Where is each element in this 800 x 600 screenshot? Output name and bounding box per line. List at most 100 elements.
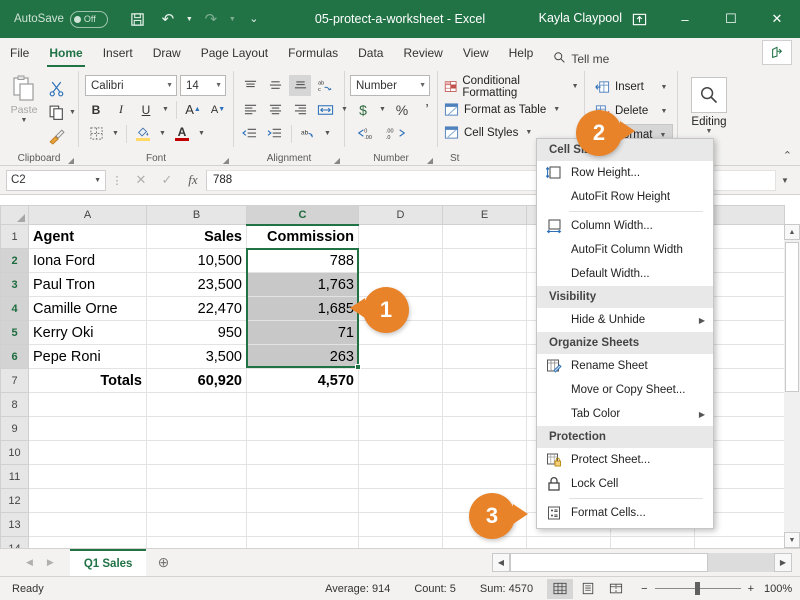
zoom-out-button[interactable]: − xyxy=(641,583,647,595)
cell-B9[interactable] xyxy=(146,416,247,441)
insert-cells-button[interactable]: Insert ▼ xyxy=(591,76,673,98)
ribbon-display-options-icon[interactable] xyxy=(616,0,662,38)
scroll-up-arrow[interactable]: ▲ xyxy=(784,224,800,240)
tab-draw[interactable]: Draw xyxy=(143,38,191,67)
chevron-down-icon[interactable]: ▼ xyxy=(94,177,101,184)
grow-font-button[interactable]: A ▲ xyxy=(182,99,204,120)
clipboard-dialog-launcher[interactable]: ◢ xyxy=(68,156,74,165)
tab-file[interactable]: File xyxy=(0,38,39,67)
cell-E1[interactable] xyxy=(442,224,527,249)
cell-D8[interactable] xyxy=(358,392,443,417)
zoom-thumb[interactable] xyxy=(694,582,700,595)
menu-item-autofit-column-width[interactable]: AutoFit Column Width xyxy=(537,238,713,262)
shrink-font-button[interactable]: A ▼ xyxy=(207,99,229,120)
fill-handle[interactable] xyxy=(355,364,361,370)
menu-item-autofit-row-height[interactable]: AutoFit Row Height xyxy=(537,185,713,209)
cell-D12[interactable] xyxy=(358,488,443,513)
cell-C6[interactable]: 263 xyxy=(246,344,359,369)
borders-icon[interactable] xyxy=(85,123,107,144)
cell-B4[interactable]: 22,470 xyxy=(146,296,247,321)
orientation-icon[interactable]: ab c xyxy=(314,75,336,96)
cell-D2[interactable] xyxy=(358,248,443,273)
decrease-indent-icon[interactable] xyxy=(239,123,261,144)
cell-E2[interactable] xyxy=(442,248,527,273)
cell-A5[interactable]: Kerry Oki xyxy=(28,320,147,345)
font-color-dropdown-icon[interactable]: ▼ xyxy=(196,130,207,137)
cell-A11[interactable] xyxy=(28,464,147,489)
currency-format-button[interactable]: $ xyxy=(352,99,374,120)
format-painter-button[interactable] xyxy=(48,125,78,147)
page-break-view-icon[interactable] xyxy=(603,579,629,599)
font-size-combo[interactable]: 14 ▼ xyxy=(180,75,226,96)
cell-D9[interactable] xyxy=(358,416,443,441)
copy-dropdown-icon[interactable]: ▼ xyxy=(67,109,78,116)
underline-dropdown-icon[interactable]: ▼ xyxy=(160,106,171,113)
menu-item-protect-sheet[interactable]: Protect Sheet... xyxy=(537,448,713,472)
vertical-scrollbar[interactable]: ▲ ▼ xyxy=(784,224,800,548)
scroll-down-arrow[interactable]: ▼ xyxy=(784,532,800,548)
cell-B6[interactable]: 3,500 xyxy=(146,344,247,369)
minimize-button[interactable]: – xyxy=(662,0,708,38)
column-header-c[interactable]: C xyxy=(246,205,359,226)
cell-E6[interactable] xyxy=(442,344,527,369)
number-dialog-launcher[interactable]: ◢ xyxy=(427,156,433,165)
top-align-icon[interactable] xyxy=(239,75,261,96)
cell-D1[interactable] xyxy=(358,224,443,249)
page-layout-view-icon[interactable] xyxy=(575,579,601,599)
row-header-5[interactable]: 5 xyxy=(0,320,29,345)
paste-dropdown-icon[interactable]: ▼ xyxy=(19,117,30,124)
tab-home[interactable]: Home xyxy=(39,38,92,67)
menu-item-rename-sheet[interactable]: Rename Sheet xyxy=(537,354,713,378)
cell-B13[interactable] xyxy=(146,512,247,537)
align-center-icon[interactable] xyxy=(264,99,286,120)
conditional-formatting-button[interactable]: Conditional Formatting ▼ xyxy=(444,75,580,99)
row-header-11[interactable]: 11 xyxy=(0,464,29,489)
cell-A1[interactable]: Agent xyxy=(28,224,147,249)
tab-formulas[interactable]: Formulas xyxy=(278,38,348,67)
horizontal-scroll-thumb[interactable] xyxy=(510,553,708,572)
vertical-scroll-thumb[interactable] xyxy=(785,242,799,392)
row-header-4[interactable]: 4 xyxy=(0,296,29,321)
menu-item-default-width[interactable]: Default Width... xyxy=(537,262,713,286)
cell-C10[interactable] xyxy=(246,440,359,465)
row-header-6[interactable]: 6 xyxy=(0,344,29,369)
row-header-9[interactable]: 9 xyxy=(0,416,29,441)
autosave-switch[interactable]: Off xyxy=(69,10,108,28)
fill-color-icon[interactable] xyxy=(132,123,154,144)
collapse-ribbon-button[interactable]: ⌃ xyxy=(783,149,792,162)
italic-button[interactable]: I xyxy=(110,99,132,120)
cell-D10[interactable] xyxy=(358,440,443,465)
cell-A3[interactable]: Paul Tron xyxy=(28,272,147,297)
cell-E8[interactable] xyxy=(442,392,527,417)
align-left-icon[interactable] xyxy=(239,99,261,120)
increase-indent-icon[interactable] xyxy=(264,123,286,144)
cell-B3[interactable]: 23,500 xyxy=(146,272,247,297)
insert-function-icon[interactable]: fx xyxy=(180,170,206,191)
cell-A8[interactable] xyxy=(28,392,147,417)
underline-button[interactable]: U xyxy=(135,99,157,120)
chevron-down-icon[interactable]: ▼ xyxy=(658,108,669,115)
normal-view-icon[interactable] xyxy=(547,578,574,599)
tell-me-search[interactable]: Tell me xyxy=(543,51,609,67)
cell-B7[interactable]: 60,920 xyxy=(146,368,247,393)
menu-item-lock-cell[interactable]: Lock Cell xyxy=(537,472,713,496)
alignment-dialog-launcher[interactable]: ◢ xyxy=(334,156,340,165)
bottom-align-icon[interactable] xyxy=(289,75,311,96)
cell-C1[interactable]: Commission xyxy=(246,224,359,249)
column-header-a[interactable]: A xyxy=(28,205,147,225)
row-header-7[interactable]: 7 xyxy=(0,368,29,393)
wrap-text-icon[interactable]: ab xyxy=(297,123,319,144)
cell-D7[interactable] xyxy=(358,368,443,393)
wrap-text-dropdown-icon[interactable]: ▼ xyxy=(322,130,333,137)
cell-A7[interactable]: Totals xyxy=(28,368,147,393)
font-name-combo[interactable]: Calibri ▼ xyxy=(85,75,177,96)
cell-C7[interactable]: 4,570 xyxy=(246,368,359,393)
cell-A2[interactable]: Iona Ford xyxy=(28,248,147,273)
number-format-combo[interactable]: Number ▼ xyxy=(350,75,430,96)
chevron-down-icon[interactable]: ▼ xyxy=(658,84,669,91)
editing-dropdown-icon[interactable]: ▼ xyxy=(704,128,715,135)
cut-button[interactable] xyxy=(48,77,78,99)
row-header-13[interactable]: 13 xyxy=(0,512,29,537)
previous-sheet-icon[interactable]: ◀ xyxy=(26,557,33,568)
chevron-down-icon[interactable]: ▼ xyxy=(570,83,580,90)
